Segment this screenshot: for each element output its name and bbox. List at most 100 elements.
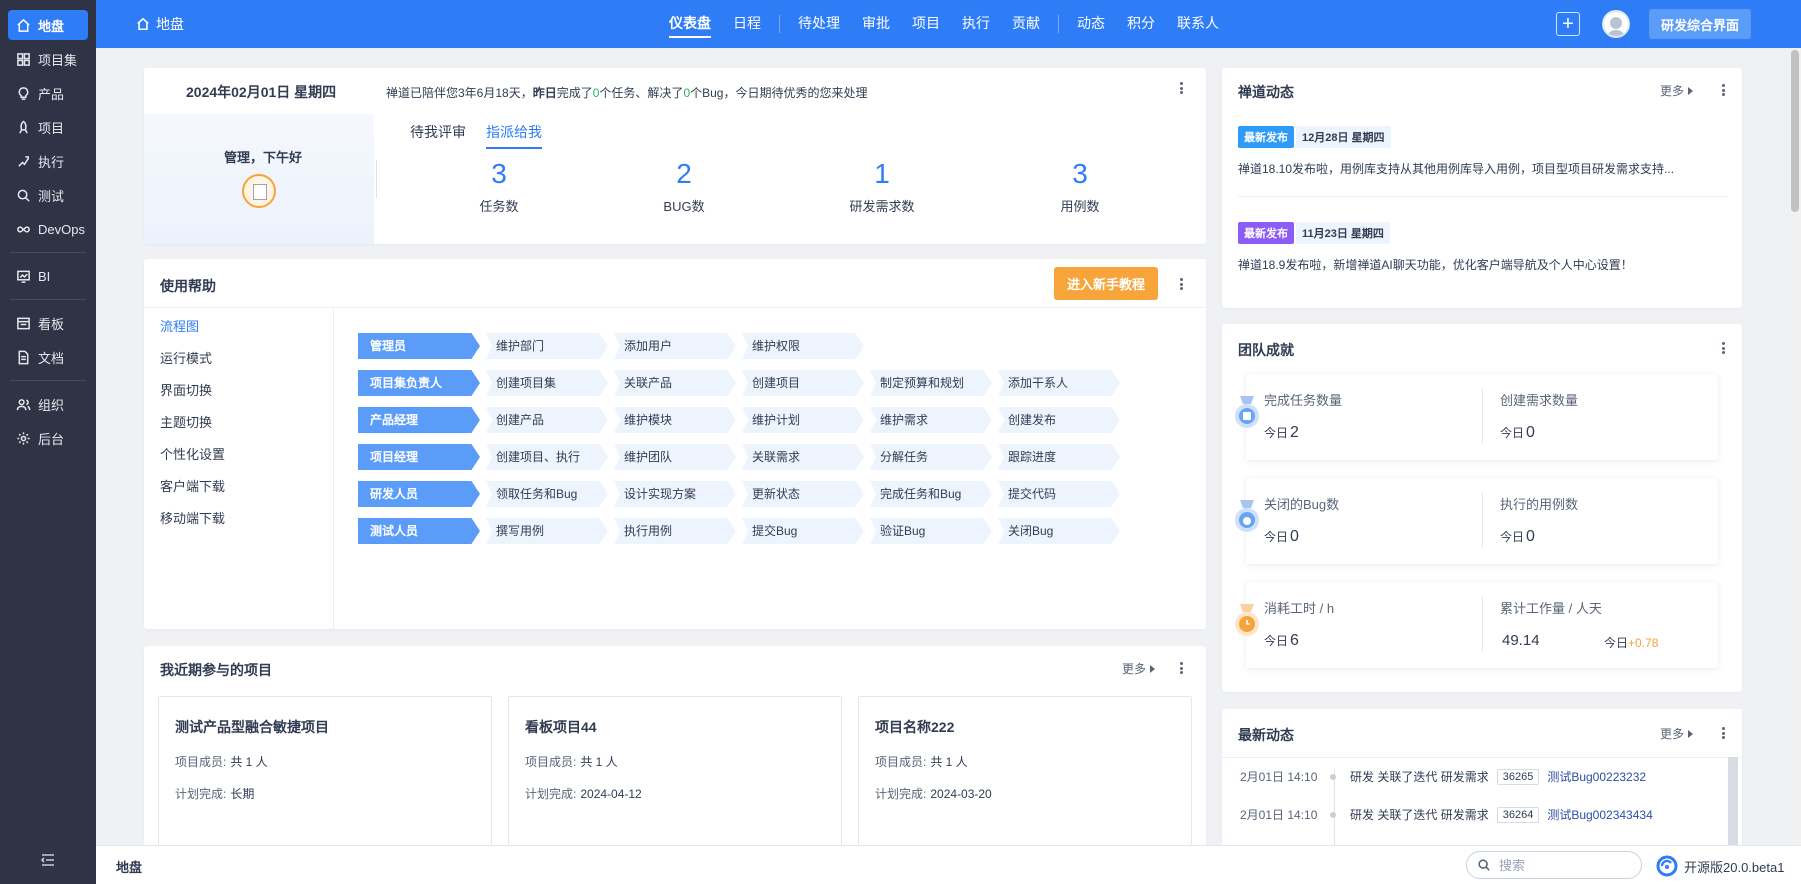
sidebar-item-program[interactable]: 项目集: [8, 44, 88, 74]
create-plus-button[interactable]: +: [1556, 12, 1580, 36]
sidebar-item-admin[interactable]: 后台: [8, 423, 88, 453]
flow-step[interactable]: 创建发布: [998, 407, 1120, 433]
sidebar-item-devops[interactable]: DevOps: [8, 214, 88, 244]
tab-project[interactable]: 项目: [901, 0, 951, 48]
project-card[interactable]: 测试产品型融合敏捷项目 项目成员: 共 1 人 计划完成: 长期: [158, 696, 492, 856]
sidebar-item-dashboard[interactable]: 地盘: [8, 10, 88, 40]
stat-cases[interactable]: 3 用例数: [1020, 158, 1140, 215]
flow-step[interactable]: 关联产品: [614, 370, 736, 396]
flow-step[interactable]: 执行用例: [614, 518, 736, 544]
infinity-icon: [14, 220, 32, 238]
project-card[interactable]: 看板项目44 项目成员: 共 1 人 计划完成: 2024-04-12: [508, 696, 842, 856]
members-label: 项目成员:: [875, 755, 927, 769]
help-more-menu[interactable]: [1174, 276, 1188, 292]
flow-step[interactable]: 分解任务: [870, 444, 992, 470]
news-more-menu[interactable]: [1716, 82, 1730, 98]
flow-step[interactable]: 维护计划: [742, 407, 864, 433]
tab-todo[interactable]: 待处理: [787, 0, 851, 48]
breadcrumb[interactable]: 地盘: [116, 857, 142, 876]
news-item[interactable]: 最新发布 12月28日 星期四 禅道18.10发布啦，用例库支持从其他用例库导入用…: [1238, 126, 1728, 177]
welcome-more-menu[interactable]: [1174, 80, 1188, 96]
scrollbar-thumb[interactable]: [1791, 50, 1799, 212]
flow-step[interactable]: 关联需求: [742, 444, 864, 470]
news-item[interactable]: 最新发布 11月23日 星期四 禅道18.9发布啦，新增禅道AI聊天功能，优化客户…: [1238, 222, 1728, 273]
avatar[interactable]: [242, 174, 276, 208]
search-input[interactable]: [1499, 857, 1619, 873]
help-panel: 使用帮助 进入新手教程 流程图 运行模式 界面切换 主题切换 个性化设置 客户端…: [144, 259, 1206, 629]
sidebar-item-doc[interactable]: 文档: [8, 342, 88, 372]
project-card[interactable]: 项目名称222 项目成员: 共 1 人 计划完成: 2024-03-20: [858, 696, 1192, 856]
activity-more-menu[interactable]: [1716, 725, 1730, 741]
flow-step[interactable]: 维护需求: [870, 407, 992, 433]
projects-more-link[interactable]: 更多: [1122, 660, 1156, 677]
flow-step[interactable]: 领取任务和Bug: [486, 481, 608, 507]
event-actor: 研发: [1350, 808, 1375, 822]
flow-step[interactable]: 更新状态: [742, 481, 864, 507]
stat-stories[interactable]: 1 研发需求数: [822, 158, 942, 215]
sidebar-item-project[interactable]: 项目: [8, 112, 88, 142]
help-item-mode[interactable]: 运行模式: [160, 348, 212, 367]
sidebar-item-product[interactable]: 产品: [8, 78, 88, 108]
help-item-mobile-download[interactable]: 移动端下载: [160, 508, 225, 527]
flow-step[interactable]: 创建项目集: [486, 370, 608, 396]
help-item-client-download[interactable]: 客户端下载: [160, 476, 225, 495]
stat-value: 3: [1072, 158, 1088, 189]
flow-step[interactable]: 验证Bug: [870, 518, 992, 544]
tab-contribution[interactable]: 贡献: [1001, 0, 1051, 48]
tab-execution[interactable]: 执行: [951, 0, 1001, 48]
flow-step[interactable]: 完成任务和Bug: [870, 481, 992, 507]
version-info[interactable]: 开源版20.0.beta1: [1656, 855, 1784, 877]
event-type: 研发需求: [1440, 808, 1489, 822]
help-item-ui-switch[interactable]: 界面切换: [160, 380, 212, 399]
tab-assigned[interactable]: 指派给我: [486, 122, 542, 149]
flow-step[interactable]: 维护权限: [742, 333, 864, 359]
flow-step[interactable]: 提交Bug: [742, 518, 864, 544]
tab-contacts[interactable]: 联系人: [1166, 0, 1230, 48]
activity-more-link[interactable]: 更多: [1660, 725, 1694, 742]
sidebar-item-company[interactable]: 组织: [8, 389, 88, 419]
topbar-home-link[interactable]: 地盘: [136, 14, 184, 34]
help-item-flowchart[interactable]: 流程图: [160, 316, 199, 335]
flow-step[interactable]: 制定预算和规划: [870, 370, 992, 396]
flow-step[interactable]: 维护模块: [614, 407, 736, 433]
sidebar-item-bi[interactable]: BI: [8, 261, 88, 291]
team-more-menu[interactable]: [1716, 340, 1730, 356]
flow-step[interactable]: 添加用户: [614, 333, 736, 359]
flow-step[interactable]: 添加干系人: [998, 370, 1120, 396]
flow-step[interactable]: 提交代码: [998, 481, 1120, 507]
search-box[interactable]: [1466, 851, 1642, 879]
tab-review[interactable]: 待我评审: [410, 122, 466, 149]
tab-dashboard[interactable]: 仪表盘: [658, 0, 722, 48]
flow-step[interactable]: 撰写用例: [486, 518, 608, 544]
help-item-personalize[interactable]: 个性化设置: [160, 444, 225, 463]
sidebar-collapse-button[interactable]: [38, 850, 58, 870]
tab-calendar[interactable]: 日程: [722, 0, 772, 48]
tutorial-button[interactable]: 进入新手教程: [1054, 267, 1158, 300]
event-link[interactable]: 测试Bug002343434: [1547, 806, 1652, 823]
news-more-link[interactable]: 更多: [1660, 82, 1694, 99]
page-scrollbar[interactable]: [1789, 48, 1801, 845]
tab-approval[interactable]: 审批: [851, 0, 901, 48]
switch-interface-button[interactable]: 研发综合界面: [1649, 9, 1751, 39]
stat-bugs[interactable]: 2 BUG数: [624, 158, 744, 215]
sidebar-item-label: 后台: [38, 431, 65, 447]
event-link[interactable]: 测试Bug00223232: [1547, 768, 1646, 785]
tab-dynamic[interactable]: 动态: [1066, 0, 1116, 48]
projects-more-menu[interactable]: [1174, 660, 1188, 676]
sidebar-item-execution[interactable]: 执行: [8, 146, 88, 176]
flow-step[interactable]: 设计实现方案: [614, 481, 736, 507]
flow-step[interactable]: 关闭Bug: [998, 518, 1120, 544]
stat-tasks[interactable]: 3 任务数: [439, 158, 559, 215]
help-item-theme[interactable]: 主题切换: [160, 412, 212, 431]
flow-step[interactable]: 创建项目、执行: [486, 444, 608, 470]
flow-step[interactable]: 创建产品: [486, 407, 608, 433]
sidebar-item-test[interactable]: 测试: [8, 180, 88, 210]
release-badge: 最新发布: [1238, 222, 1294, 244]
tab-score[interactable]: 积分: [1116, 0, 1166, 48]
sidebar-item-kanban[interactable]: 看板: [8, 308, 88, 338]
flow-step[interactable]: 维护部门: [486, 333, 608, 359]
flow-step[interactable]: 维护团队: [614, 444, 736, 470]
flow-step[interactable]: 创建项目: [742, 370, 864, 396]
user-avatar[interactable]: [1602, 10, 1630, 38]
flow-step[interactable]: 跟踪进度: [998, 444, 1120, 470]
